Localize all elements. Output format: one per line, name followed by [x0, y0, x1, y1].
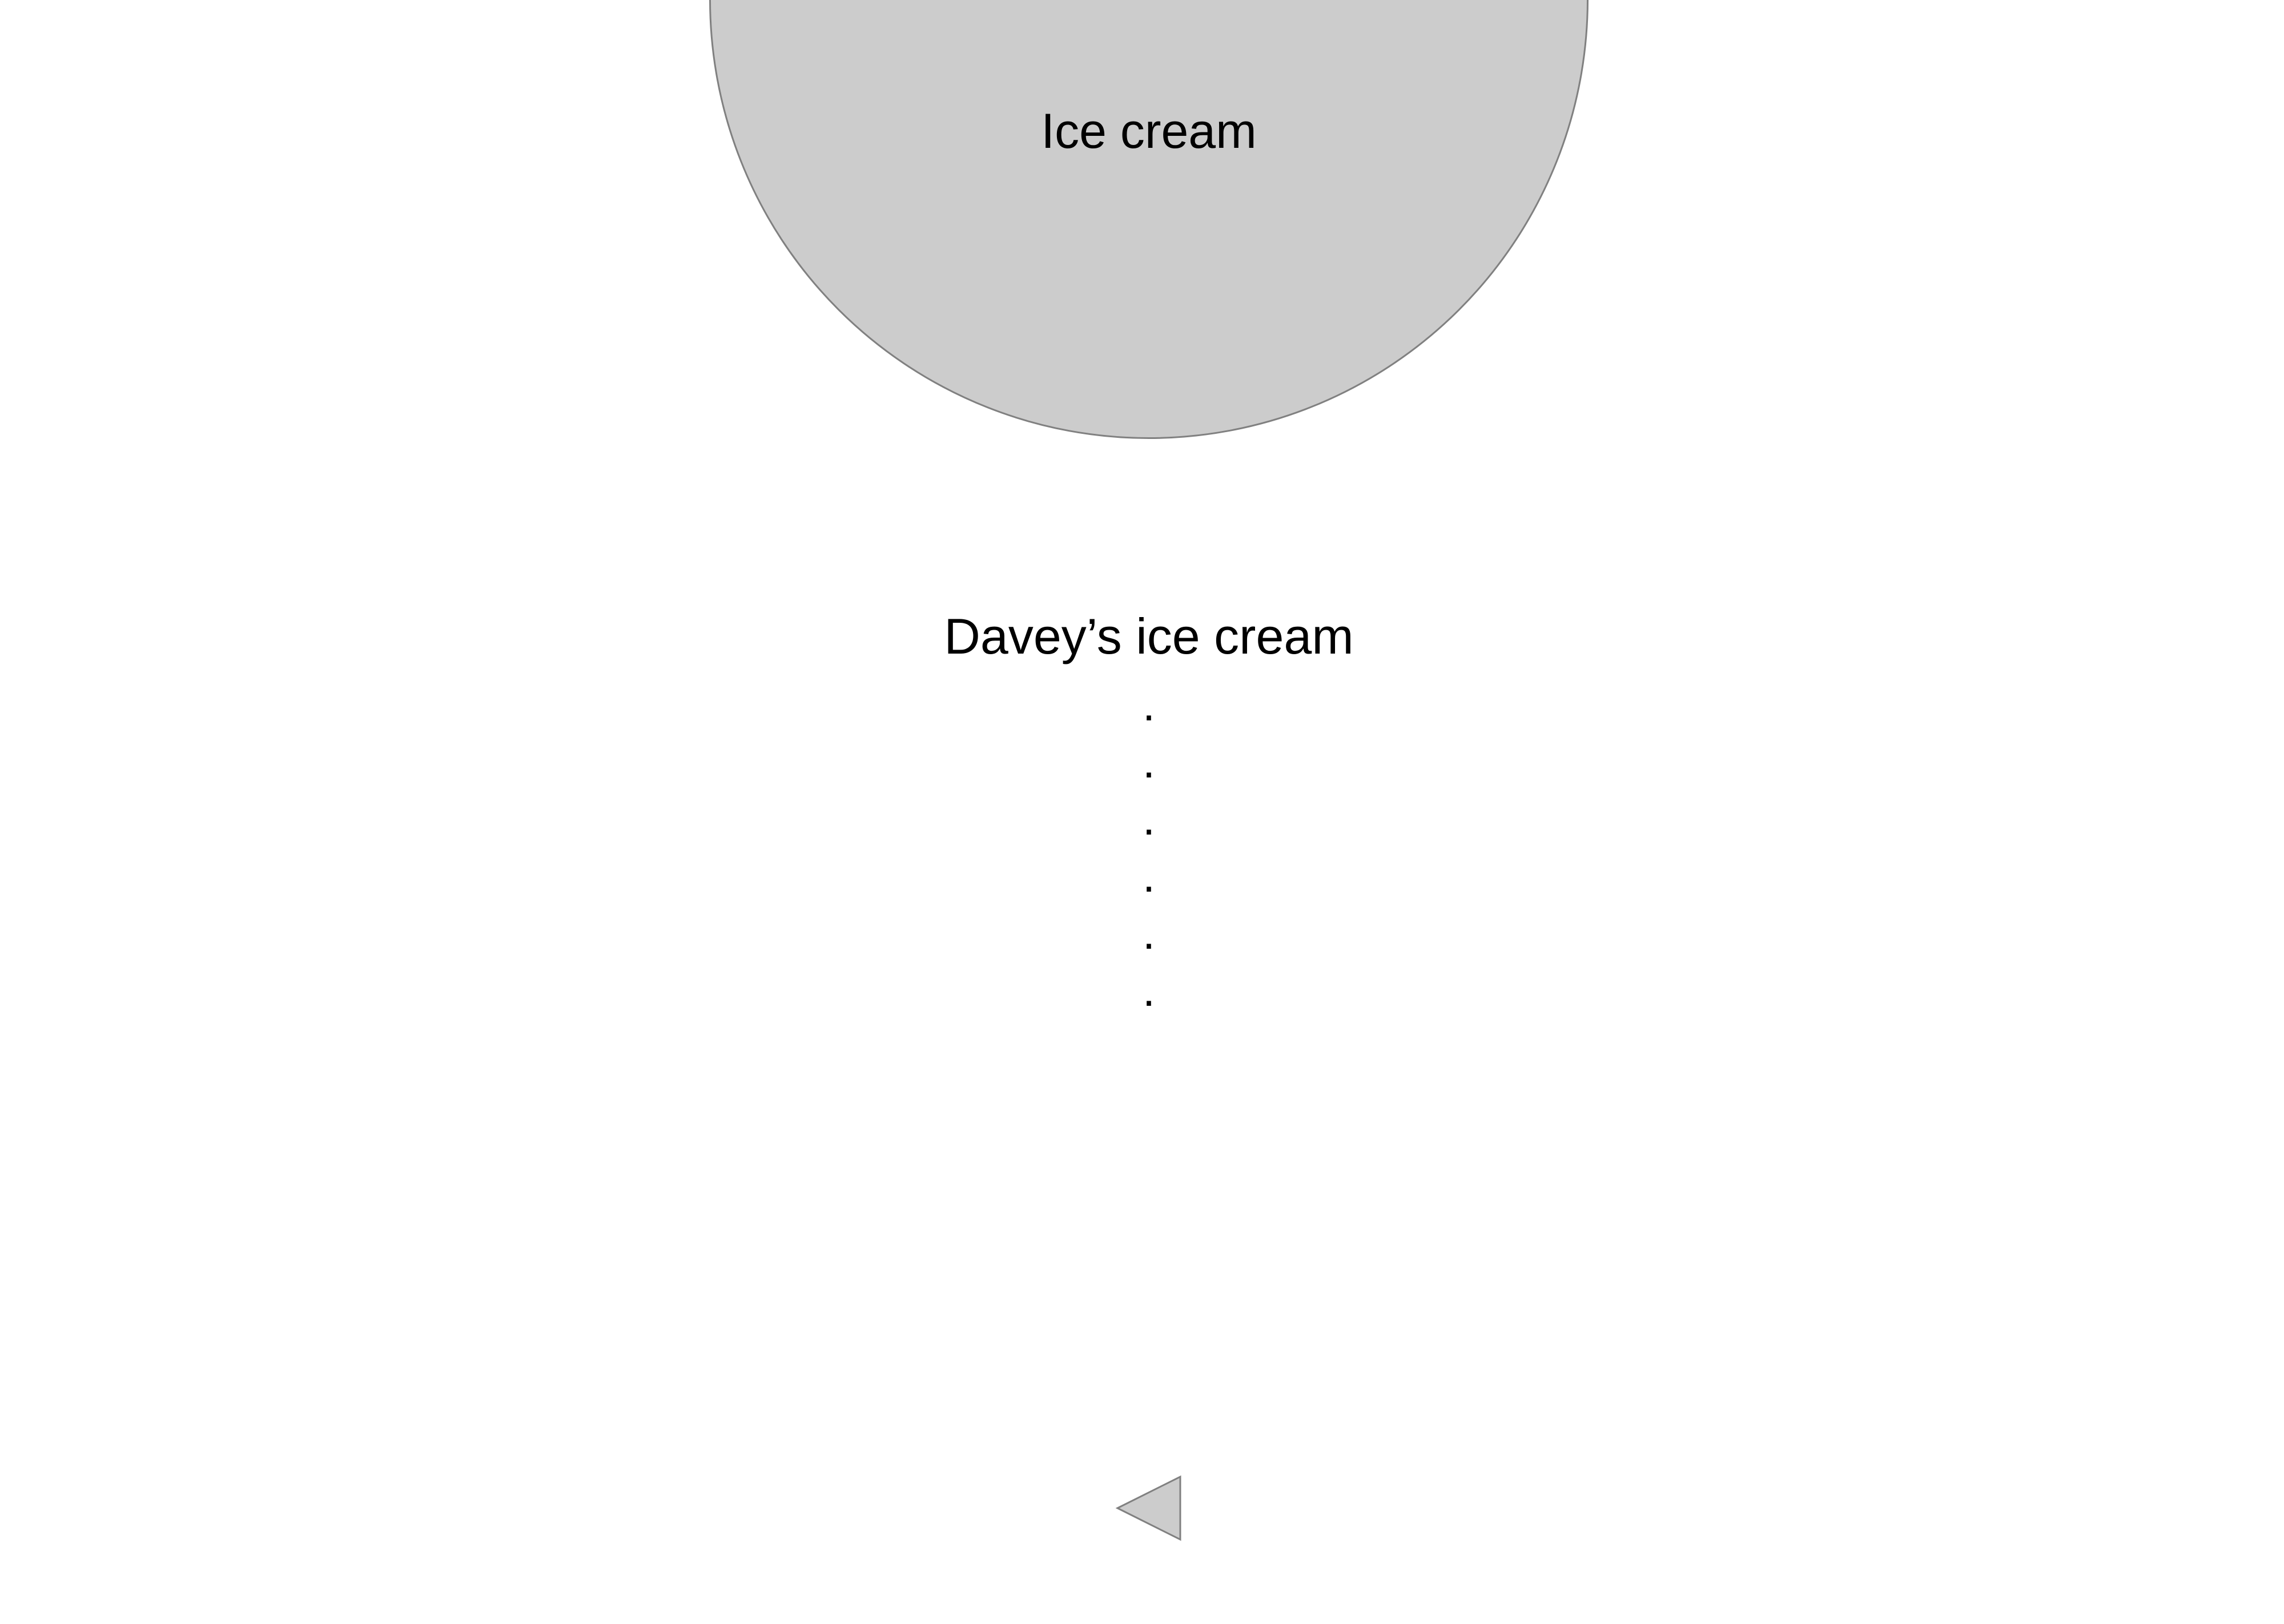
entry-list: . . . . . . [1092, 676, 1206, 1019]
list-item[interactable]: . [1092, 905, 1206, 962]
shop-name[interactable]: Davey’s ice cream [742, 602, 1555, 671]
list-item[interactable]: . [1092, 962, 1206, 1019]
triangle-left-icon [1115, 1475, 1181, 1541]
list-item[interactable]: . [1092, 848, 1206, 905]
header-title: Ice cream [1041, 104, 1257, 159]
list-item[interactable]: . [1092, 734, 1206, 791]
app-screen: Ice cream Davey’s ice cream . . . . . . [0, 0, 2284, 1624]
list-item[interactable]: . [1092, 676, 1206, 734]
list-item[interactable]: . [1092, 791, 1206, 848]
back-button[interactable] [1113, 1473, 1184, 1544]
header-circle [709, 0, 1589, 439]
